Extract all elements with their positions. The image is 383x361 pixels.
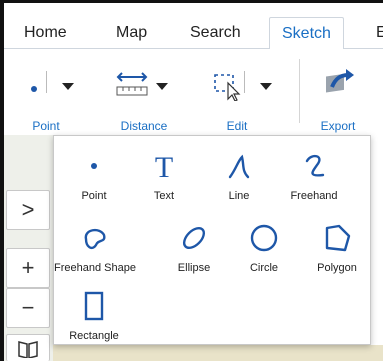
zoom-in-button[interactable]: + xyxy=(6,248,50,288)
option-label: Polygon xyxy=(317,262,357,274)
sketch-option-polygon[interactable]: Polygon xyxy=(297,220,377,274)
distance-label: Distance xyxy=(120,119,168,133)
ribbon-separator xyxy=(46,71,47,93)
sketch-option-freehand-shape[interactable]: Freehand Shape xyxy=(54,220,136,274)
dot-icon xyxy=(91,163,97,169)
plus-icon: + xyxy=(21,255,35,280)
option-label: Text xyxy=(153,190,175,202)
expand-panel-button[interactable]: > xyxy=(6,190,50,230)
sketch-option-line[interactable]: Line xyxy=(199,148,279,202)
point-dropdown-icon[interactable] xyxy=(62,83,74,90)
chevron-right-icon: > xyxy=(21,197,35,222)
line-icon xyxy=(228,154,250,179)
circle-icon xyxy=(250,224,278,252)
export-icon xyxy=(326,69,354,93)
bookmark-button[interactable] xyxy=(6,334,50,361)
sketch-option-point[interactable]: Point xyxy=(54,148,134,202)
tab-search[interactable]: Search xyxy=(190,17,241,49)
rectangle-icon xyxy=(84,291,104,321)
tab-home[interactable]: Home xyxy=(24,17,67,49)
tab-edit-partial[interactable]: E xyxy=(376,17,383,49)
sketch-option-circle[interactable]: Circle xyxy=(224,220,304,274)
select-edit-icon xyxy=(214,74,241,101)
ribbon-separator xyxy=(244,71,245,93)
sketch-option-text[interactable]: T Text xyxy=(124,148,204,202)
point-label: Point xyxy=(32,119,60,133)
option-label: Point xyxy=(81,190,107,202)
distance-dropdown-icon[interactable] xyxy=(156,83,168,90)
book-icon xyxy=(18,341,38,358)
edit-dropdown-icon[interactable] xyxy=(260,83,272,90)
sketch-tools-menu: Point T Text Line Freehand Freehand Shap… xyxy=(53,135,371,345)
sketch-option-rectangle[interactable]: Rectangle xyxy=(54,288,134,342)
tab-map[interactable]: Map xyxy=(116,17,147,49)
ellipse-icon xyxy=(182,226,206,250)
option-label: Line xyxy=(228,190,250,202)
svg-text:T: T xyxy=(155,151,173,181)
distance-tool[interactable] xyxy=(112,59,152,103)
ribbon: Point Distance Edit Export xyxy=(4,49,383,135)
dot-icon xyxy=(31,86,37,92)
map-area-bottom[interactable] xyxy=(53,345,383,361)
sketch-option-ellipse[interactable]: Ellipse xyxy=(154,220,234,274)
option-label: Ellipse xyxy=(177,262,211,274)
tab-bar: Home Map Search Sketch E xyxy=(4,3,383,50)
ribbon-group-separator xyxy=(299,59,300,123)
option-label: Rectangle xyxy=(69,330,119,342)
text-icon: T xyxy=(155,151,173,181)
minus-icon: − xyxy=(21,295,35,320)
export-tool[interactable] xyxy=(320,59,360,103)
option-label: Freehand Shape xyxy=(54,262,136,274)
option-label: Circle xyxy=(249,262,279,274)
freehand-icon xyxy=(305,154,325,177)
ruler-icon xyxy=(116,72,148,96)
tab-sketch[interactable]: Sketch xyxy=(269,17,344,50)
sketch-option-freehand[interactable]: Freehand xyxy=(274,148,354,202)
edit-tool[interactable] xyxy=(212,59,252,103)
export-label: Export xyxy=(320,119,356,133)
edit-label: Edit xyxy=(226,119,248,133)
polygon-icon xyxy=(325,224,351,252)
freehand-shape-icon xyxy=(84,228,106,250)
zoom-out-button[interactable]: − xyxy=(6,288,50,328)
option-label: Freehand xyxy=(290,190,338,202)
